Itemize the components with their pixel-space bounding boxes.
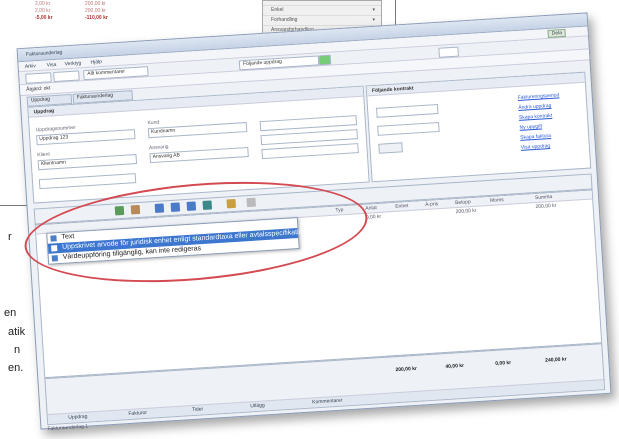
menu-item[interactable]: Verktyg: [64, 60, 81, 67]
link-period[interactable]: Faktureringsperiod: [517, 92, 559, 101]
ok-icon[interactable]: [318, 54, 332, 66]
footer-tab[interactable]: Uppdrag: [58, 413, 98, 422]
filter-label: Åtgärd: okt: [26, 85, 51, 93]
column-header: À-pris: [425, 201, 439, 208]
menu-item[interactable]: Visa: [47, 62, 57, 69]
link-change[interactable]: Ändra uppdrag: [518, 103, 551, 111]
menu-item[interactable]: Arkiv: [25, 63, 36, 70]
client-field[interactable]: Klientnamn: [37, 154, 138, 171]
field-label: Uppdragsnummer: [35, 124, 76, 134]
field-label: Ansvarig: [148, 143, 169, 152]
column-header: Summa: [534, 194, 553, 202]
link-view[interactable]: Visa uppdrag: [521, 143, 551, 151]
bg-cell: 200,00 kr: [85, 8, 106, 14]
column-header: Enhet: [395, 203, 409, 210]
bg-side-text: en.: [8, 362, 24, 374]
customer-field[interactable]: Kundnamn: [147, 122, 248, 139]
contract-panel: Följande kontrakt Faktureringsperiod Änd…: [365, 71, 592, 183]
cell: 0,00 kr: [365, 213, 382, 221]
footer-tab[interactable]: Fakturor: [118, 409, 158, 418]
contract-field[interactable]: [376, 103, 439, 118]
column-header: Belopp: [454, 199, 471, 207]
bg-menu-item: Enkel ▾: [263, 6, 381, 16]
extra-field[interactable]: [261, 143, 359, 160]
footer-tab[interactable]: Kommentarer: [302, 397, 352, 407]
share-button[interactable]: Dela: [547, 28, 567, 38]
column-header: Antal: [365, 205, 377, 212]
bg-side-text: r: [8, 231, 12, 243]
bg-cell: 2,00 kr: [35, 1, 51, 7]
bg-side-text: n: [14, 344, 21, 356]
summary-value: 40,00 kr: [445, 362, 465, 371]
field-label: Kund: [147, 119, 160, 127]
extra-field[interactable]: [38, 173, 137, 190]
menu-item[interactable]: Hjälp: [90, 59, 102, 66]
save-button[interactable]: [438, 46, 459, 58]
bg-cell: 2,00 kr: [35, 8, 51, 14]
bg-side-text: en: [4, 307, 17, 319]
bg-menu-item: Forhandling ▾: [263, 16, 381, 26]
cell: 200,00 kr: [535, 202, 557, 211]
footer-tab[interactable]: Tider: [177, 405, 217, 414]
summary-value: 0,00 kr: [495, 359, 512, 367]
forward-button[interactable]: [53, 70, 80, 83]
extra-field[interactable]: [260, 129, 358, 146]
extra-field[interactable]: [259, 115, 358, 132]
link-contract[interactable]: Skapa kontrakt: [519, 113, 553, 121]
back-button[interactable]: [25, 72, 52, 84]
field-label: Klient: [37, 151, 51, 159]
link-task[interactable]: Ny uppgift: [519, 124, 542, 131]
contract-field[interactable]: [377, 121, 440, 136]
summary-value: 200,00 kr: [395, 365, 418, 374]
apply-button[interactable]: [378, 142, 403, 154]
summary-value: 240,00 kr: [545, 356, 567, 364]
bg-cell: 200,00 kr: [85, 1, 106, 7]
bg-cell: -5,00 kr: [35, 15, 53, 21]
footer-tab[interactable]: Utlägg: [237, 402, 277, 411]
bg-side-text: atik: [8, 326, 26, 338]
bg-cell: -110,00 kr: [85, 15, 108, 21]
link-invoice[interactable]: Skapa faktura: [520, 133, 551, 141]
cell: 200,00 kr: [455, 207, 477, 216]
column-header: Moms: [489, 197, 504, 204]
window-title: Fakturaunderlag: [25, 49, 63, 58]
